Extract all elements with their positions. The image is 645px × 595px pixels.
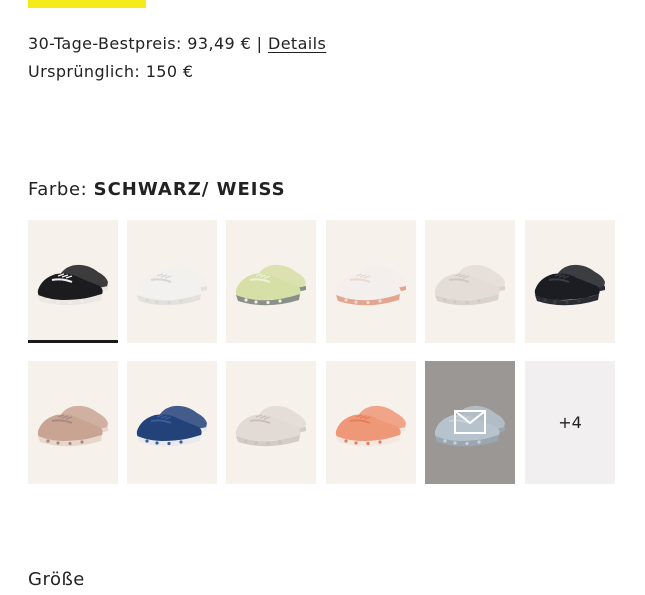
more-colors-button[interactable]: +4 [525,361,615,484]
shoe-image [235,405,306,447]
color-swatch-rose-mauve[interactable] [28,361,118,484]
shoe-image [37,264,108,306]
color-swatch-all-black[interactable] [525,220,615,343]
promo-badge [28,0,146,8]
best-price-text: 30-Tage-Bestpreis: 93,49 € | [28,34,263,53]
more-colors-label: +4 [558,413,582,432]
color-swatch-black-white[interactable] [28,220,118,343]
shoe-image [37,405,108,447]
shoe-image [136,264,207,306]
color-swatch-blue-grey-notify[interactable] [425,361,515,484]
color-swatch-pearl[interactable] [226,361,316,484]
color-swatch-coral[interactable] [326,361,416,484]
shoe-image [434,264,505,306]
mail-icon [454,410,486,434]
color-label: Farbe: [28,179,88,200]
best-price-line: 30-Tage-Bestpreis: 93,49 € | Details [28,34,326,53]
shoe-image [235,264,306,306]
color-heading: Farbe: SCHWARZ/ WEISS [28,179,286,200]
shoe-image [335,405,406,447]
shoe-image [534,264,605,306]
color-swatch-sand-grey[interactable] [425,220,515,343]
color-swatch-white-coral[interactable] [326,220,416,343]
color-swatch-lime-grey[interactable] [226,220,316,343]
color-swatch-navy-blue[interactable] [127,361,217,484]
original-price: Ursprünglich: 150 € [28,62,194,81]
size-heading: Größe [28,569,85,590]
details-link[interactable]: Details [268,34,326,53]
shoe-image [335,264,406,306]
shoe-image [136,405,207,447]
color-swatch-white[interactable] [127,220,217,343]
selected-color-value: SCHWARZ/ WEISS [93,179,286,200]
